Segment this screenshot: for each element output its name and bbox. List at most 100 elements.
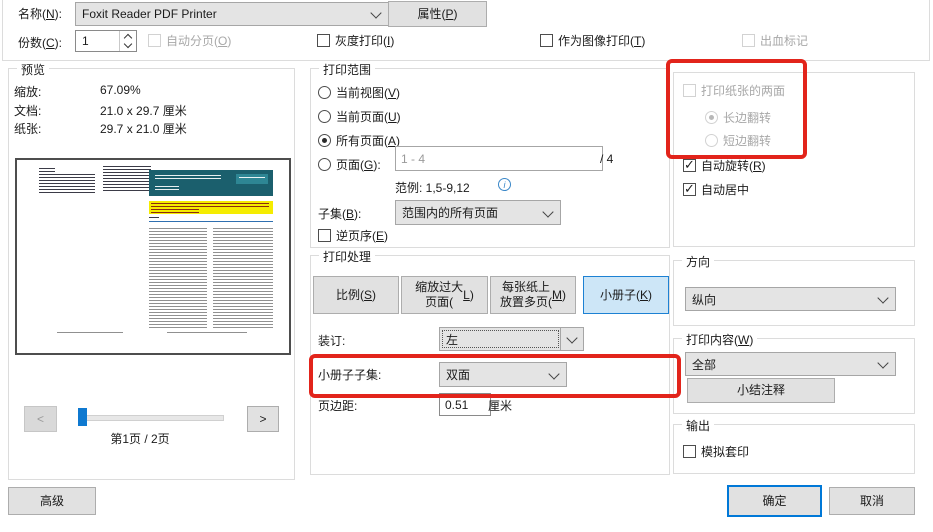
checkbox-icon <box>148 34 161 47</box>
article-title-highlight <box>149 201 273 214</box>
subset-select[interactable]: 范围内的所有页面 <box>395 200 561 225</box>
checkbox-icon[interactable] <box>318 229 331 242</box>
chevron-down-icon <box>877 292 888 303</box>
binding-select-value: 左 <box>446 331 458 348</box>
simulate-overprint-checkbox[interactable]: 模拟套印 <box>683 443 749 460</box>
advanced-button[interactable]: 高级 <box>8 487 96 515</box>
next-page-button[interactable]: > <box>247 406 279 432</box>
subset-label: 子集(B): <box>318 205 361 222</box>
copies-stepper[interactable]: 1 <box>75 30 137 52</box>
copies-value: 1 <box>82 34 89 48</box>
orientation-select[interactable]: 纵向 <box>685 287 896 311</box>
chevron-down-icon <box>542 206 553 217</box>
orientation-group-title: 方向 <box>682 253 714 270</box>
chevron-down-icon <box>370 7 381 18</box>
margin-unit-label: 厘米 <box>488 397 512 414</box>
radio-icon[interactable] <box>318 110 331 123</box>
shrink-oversized-button[interactable]: 缩放过大页面(L) <box>401 276 488 314</box>
print-content-select[interactable]: 全部 <box>685 352 896 376</box>
radio-icon[interactable] <box>318 158 331 171</box>
pages-range-value: 1 - 4 <box>401 152 425 166</box>
printer-select-value: Foxit Reader PDF Printer <box>82 7 217 21</box>
all-pages-radio[interactable]: 所有页面(A) <box>318 132 400 149</box>
checkbox-icon <box>742 34 755 47</box>
collate-checkbox: 自动分页(O) <box>148 32 231 49</box>
scale-mode-button[interactable]: 比例(S) <box>313 276 399 314</box>
printer-name-label: 名称(N): <box>18 5 62 22</box>
zoom-value: 67.09% <box>100 83 141 97</box>
checkbox-icon[interactable] <box>317 34 330 47</box>
grayscale-checkbox[interactable]: 灰度打印(I) <box>317 32 394 49</box>
short-edge-radio: 短边翻转 <box>705 132 771 149</box>
margin-label: 页边距: <box>318 397 357 414</box>
cancel-button[interactable]: 取消 <box>829 487 915 515</box>
binding-select[interactable]: 左 <box>439 327 584 351</box>
booklet-subset-label: 小册子子集: <box>318 366 381 383</box>
page-footer-right <box>167 332 247 335</box>
article-body-column-left <box>149 228 207 328</box>
margin-input[interactable]: 0.51 <box>439 393 491 416</box>
page-indicator: 第1页 / 2页 <box>90 430 190 447</box>
document-label: 文档: <box>14 102 41 119</box>
checkbox-icon[interactable] <box>540 34 553 47</box>
references-heading <box>39 168 55 172</box>
booklet-subset-value: 双面 <box>446 366 470 383</box>
page-footer-left <box>57 332 123 335</box>
checkbox-icon[interactable] <box>683 183 696 196</box>
chevron-down-icon <box>877 357 888 368</box>
chevron-down-icon <box>566 332 577 343</box>
ok-button[interactable]: 确定 <box>727 485 822 517</box>
document-size-value: 21.0 x 29.7 厘米 <box>100 102 187 119</box>
pages-range-input[interactable]: 1 - 4 <box>395 146 603 171</box>
range-example-label: 范例: 1,5-9,12 <box>395 179 470 196</box>
paper-label: 纸张: <box>14 120 41 137</box>
checkbox-icon[interactable] <box>683 159 696 172</box>
margin-value: 0.51 <box>445 398 468 412</box>
radio-icon[interactable] <box>318 134 331 147</box>
info-icon[interactable]: i <box>498 178 511 191</box>
booklet-subset-select[interactable]: 双面 <box>439 362 567 387</box>
long-edge-radio: 长边翻转 <box>705 109 771 126</box>
preview-thumbnail <box>15 158 291 355</box>
output-group-title: 输出 <box>682 417 714 434</box>
print-dialog: 名称(N): Foxit Reader PDF Printer 属性(P) 份数… <box>0 0 933 532</box>
print-as-image-checkbox[interactable]: 作为图像打印(T) <box>540 32 645 49</box>
spinner-down-icon[interactable] <box>124 40 132 48</box>
bleed-marks-checkbox: 出血标记 <box>742 32 808 49</box>
print-handling-group-title: 打印处理 <box>319 248 375 265</box>
subset-select-value: 范围内的所有页面 <box>402 204 498 221</box>
checkbox-icon[interactable] <box>683 445 696 458</box>
page-slider-thumb[interactable] <box>78 408 87 426</box>
print-range-group-title: 打印范围 <box>319 61 375 78</box>
page-slider-track[interactable] <box>78 415 224 421</box>
print-content-group-title: 打印内容(W) <box>682 331 757 348</box>
radio-icon <box>705 111 718 124</box>
journal-header-banner <box>149 170 273 196</box>
copies-label: 份数(C): <box>18 34 62 51</box>
binding-dropdown-button[interactable] <box>560 328 583 350</box>
binding-focus-rect: 左 <box>442 330 559 348</box>
article-body-column-right <box>213 228 273 328</box>
printer-select[interactable]: Foxit Reader PDF Printer <box>75 2 389 26</box>
chevron-down-icon <box>548 368 559 379</box>
properties-button[interactable]: 属性(P) <box>388 1 487 27</box>
booklet-button[interactable]: 小册子(K) <box>583 276 669 314</box>
auto-center-checkbox[interactable]: 自动居中 <box>683 181 749 198</box>
orientation-select-value: 纵向 <box>692 291 716 308</box>
references-column-left <box>39 174 95 195</box>
pages-radio[interactable]: 页面(G): <box>318 156 381 173</box>
print-content-select-value: 全部 <box>692 356 716 373</box>
summarize-comments-button[interactable]: 小结注释 <box>687 378 835 403</box>
multiple-per-sheet-button[interactable]: 每张纸上放置多页(M) <box>490 276 576 314</box>
article-author-line <box>149 217 159 219</box>
binding-label: 装订: <box>318 332 345 349</box>
current-view-radio[interactable]: 当前视图(V) <box>318 84 400 101</box>
zoom-label: 缩放: <box>14 83 41 100</box>
reverse-pages-checkbox[interactable]: 逆页序(E) <box>318 227 388 244</box>
pages-total-label: / 4 <box>600 152 613 166</box>
current-page-radio[interactable]: 当前页面(U) <box>318 108 401 125</box>
radio-icon[interactable] <box>318 86 331 99</box>
article-affiliation-line <box>149 221 273 224</box>
auto-rotate-checkbox[interactable]: 自动旋转(R) <box>683 157 766 174</box>
checkbox-icon <box>683 84 696 97</box>
